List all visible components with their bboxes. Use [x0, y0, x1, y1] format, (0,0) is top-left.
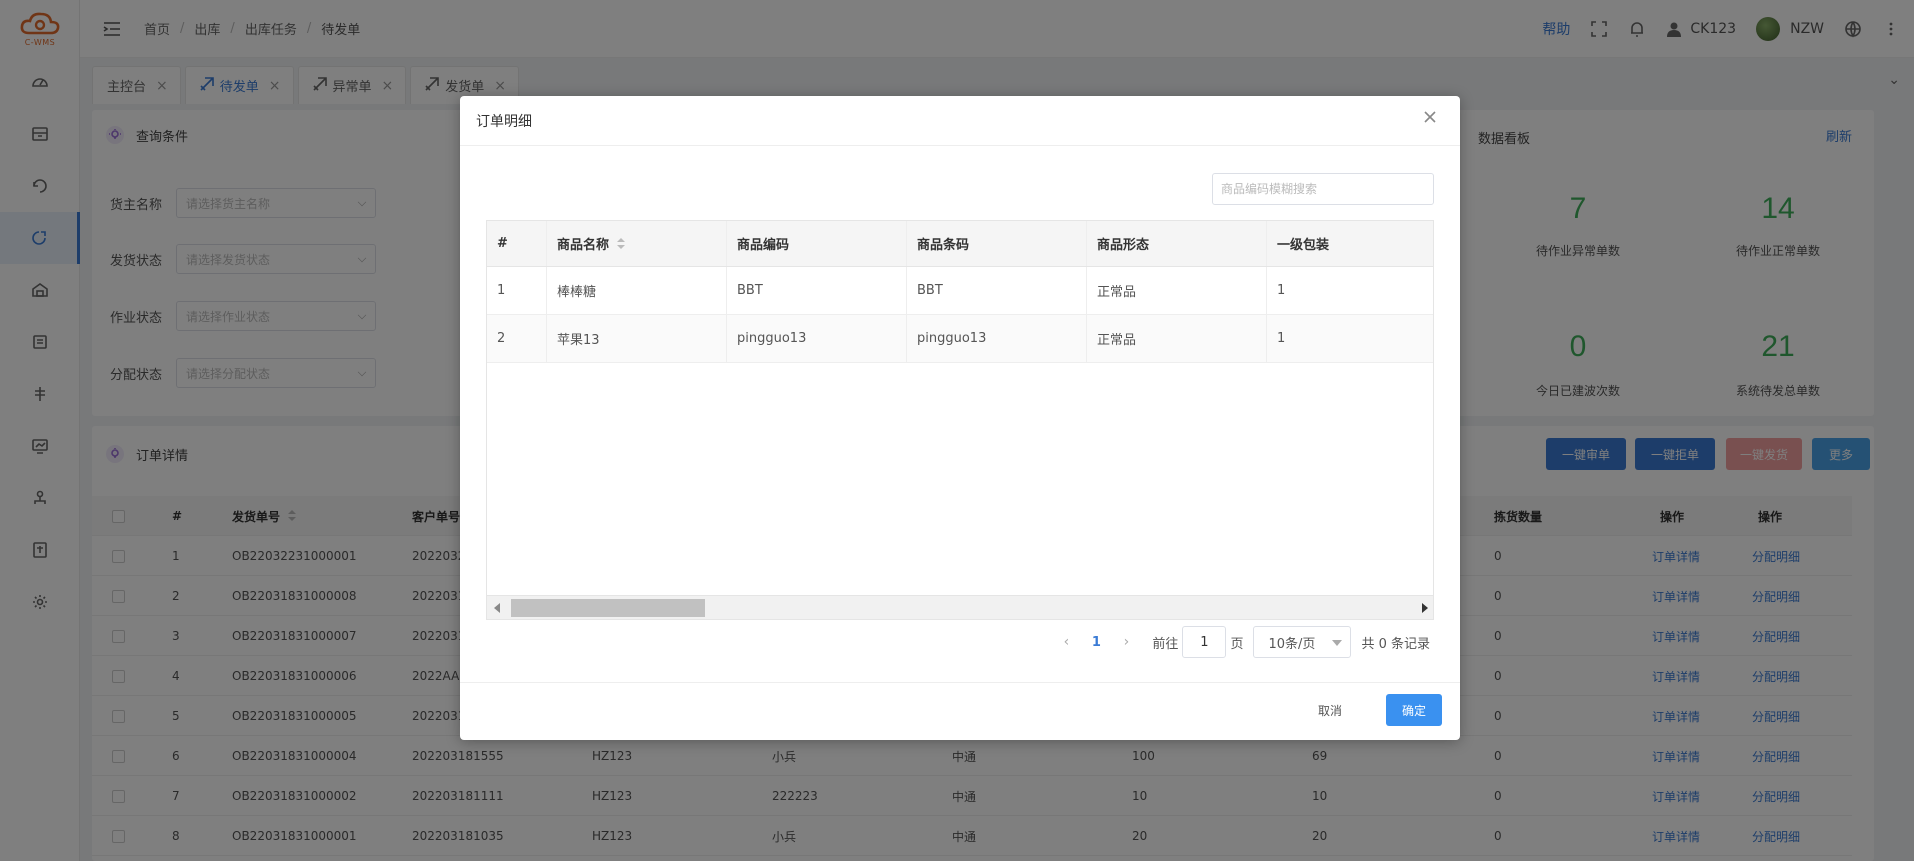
scroll-right-arrow-icon[interactable] [1422, 603, 1428, 613]
product-table: # 商品名称 商品编码 商品条码 商品形态 一级包装 1 棒棒糖 BBT BBT… [486, 220, 1434, 620]
row-index: 1 [487, 267, 547, 314]
page-number[interactable]: 1 [1086, 635, 1106, 650]
product-pack: 1 [1277, 331, 1286, 346]
product-code: pingguo13 [727, 315, 907, 362]
order-detail-dialog: 订单明细 # 商品名称 商品编码 商品条码 商品形态 一级包装 1 棒棒糖 BB… [460, 96, 1460, 740]
product-code-search-input[interactable] [1212, 173, 1434, 205]
caret-down-icon [1332, 640, 1343, 646]
total-count: 共 0 条记录 [1361, 636, 1430, 652]
product-form: 正常品 [1087, 315, 1267, 362]
product-pack: 1 [1277, 283, 1286, 298]
page-size-value: 10条/页 [1268, 636, 1316, 652]
dialog-title: 订单明细 [476, 113, 532, 130]
col-pack: 一级包装 [1277, 238, 1330, 253]
product-name: 苹果13 [547, 315, 727, 362]
dialog-header: 订单明细 [460, 96, 1460, 146]
dialog-footer: 取消 确定 [460, 682, 1460, 740]
product-barcode: BBT [907, 267, 1087, 314]
close-icon[interactable] [1422, 109, 1444, 131]
table-header: # 商品名称 商品编码 商品条码 商品形态 一级包装 [487, 221, 1433, 267]
col-label: 商品名称 [557, 238, 610, 253]
page-jump-input[interactable] [1182, 626, 1227, 658]
horizontal-scrollbar[interactable] [487, 595, 1433, 619]
table-row: 1 棒棒糖 BBT BBT 正常品 1 [487, 267, 1433, 315]
col-product-name[interactable]: 商品名称 [547, 221, 727, 266]
table-row: 2 苹果13 pingguo13 pingguo13 正常品 1 [487, 315, 1433, 363]
cancel-button[interactable]: 取消 [1302, 694, 1358, 726]
product-name: 棒棒糖 [547, 267, 727, 314]
col-barcode: 商品条码 [907, 221, 1087, 266]
product-barcode: pingguo13 [907, 315, 1087, 362]
next-page-button[interactable]: › [1116, 634, 1136, 650]
col-product-code: 商品编码 [727, 221, 907, 266]
col-form: 商品形态 [1087, 221, 1267, 266]
page-size-select[interactable]: 10条/页 [1253, 626, 1352, 658]
prev-page-button[interactable]: ‹ [1056, 634, 1076, 650]
scroll-left-arrow-icon[interactable] [494, 603, 500, 613]
product-form: 正常品 [1087, 267, 1267, 314]
pagination: ‹ 1 › 前往 页 10条/页 共 0 条记录 [1046, 626, 1430, 658]
col-index: # [487, 221, 547, 266]
goto-label: 前往 [1152, 636, 1179, 652]
scrollbar-thumb[interactable] [511, 599, 705, 617]
page-unit: 页 [1230, 636, 1244, 652]
product-code: BBT [727, 267, 907, 314]
confirm-button[interactable]: 确定 [1386, 694, 1442, 726]
row-index: 2 [487, 315, 547, 362]
sort-icon [617, 237, 626, 250]
